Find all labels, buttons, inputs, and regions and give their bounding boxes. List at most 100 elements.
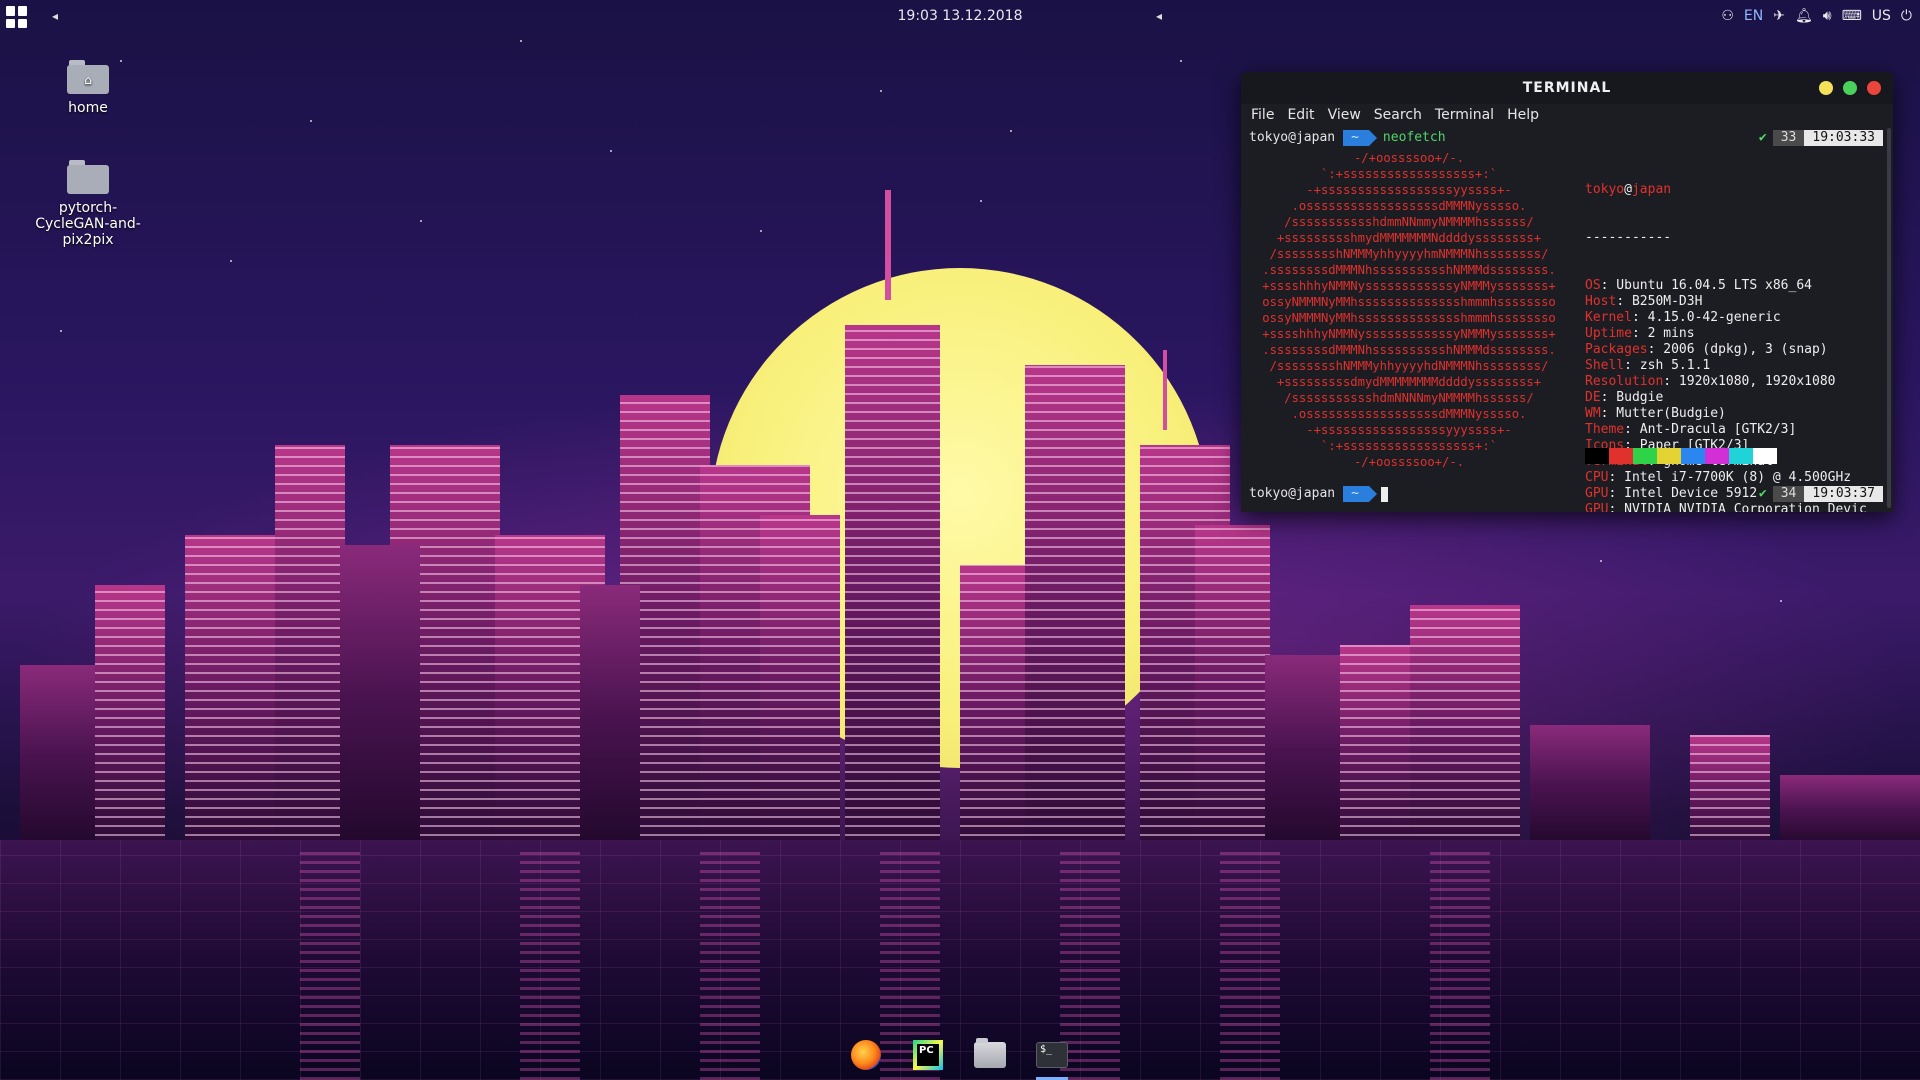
panel-collapse-right-icon[interactable]: ◂ — [1156, 9, 1162, 23]
prompt-status: ✔ 34 19:03:37 — [1759, 486, 1883, 502]
logo-line: /sssssssshNMMMyhhyyyyhdNMMMNhssssssss/ — [1269, 359, 1549, 373]
window-title: TERMINAL — [1522, 80, 1612, 96]
logo-line: +sssshhhyNMMNyssssssssssssyNMMMysssssss+ — [1262, 327, 1556, 341]
info-value: : B250M-D3H — [1616, 294, 1703, 309]
info-row: Shell: zsh 5.1.1 — [1585, 358, 1867, 374]
menu-edit[interactable]: Edit — [1281, 104, 1321, 128]
firefox-icon — [851, 1040, 881, 1070]
top-panel: ◂ 19:03 13.12.2018 ◂ ⚇ EN ✈ 🔔︎ 🔊︎ ⌨ US ⏻ — [0, 0, 1920, 34]
info-host: japan — [1631, 182, 1672, 197]
dock-files[interactable] — [968, 1033, 1012, 1077]
logo-line: ossyNMMMNyMMhsssssssssssssshmmmhssssssso — [1262, 295, 1556, 309]
language-indicator[interactable]: EN — [1744, 8, 1763, 24]
network-icon[interactable]: ✈ — [1773, 8, 1785, 24]
prompt-time: 19:03:37 — [1804, 486, 1883, 502]
info-key: OS — [1585, 278, 1601, 293]
info-row: Kernel: 4.15.0-42-generic — [1585, 310, 1867, 326]
pycharm-icon: PC — [913, 1040, 943, 1070]
info-key: GPU — [1585, 486, 1609, 501]
dock-terminal[interactable]: $_ — [1030, 1033, 1074, 1080]
prompt-dir: ~ — [1343, 486, 1377, 502]
info-key: Theme — [1585, 422, 1625, 437]
info-key: Kernel — [1585, 310, 1632, 325]
info-separator: ----------- — [1585, 230, 1672, 245]
logo-line: +sssshhhyNMMNyssssssssssssyNMMMysssssss+ — [1262, 279, 1556, 293]
close-button[interactable] — [1867, 81, 1881, 95]
terminal-titlebar[interactable]: TERMINAL — [1241, 72, 1893, 104]
info-row: Host: B250M-D3H — [1585, 294, 1867, 310]
terminal-output[interactable]: tokyo@japan ~ neofetch ✔ 33 19:03:33 -/+… — [1241, 128, 1893, 512]
info-value: : Intel i7-7700K (8) @ 4.500GHz — [1608, 470, 1852, 485]
info-value: : NVIDIA NVIDIA Corporation Devic — [1608, 502, 1867, 512]
info-value: : 1920x1080, 1920x1080 — [1663, 374, 1836, 389]
notification-bell-icon[interactable]: 🔔︎ — [1795, 8, 1813, 24]
logo-line: -/+oossssoo+/-. — [1353, 151, 1465, 165]
minimize-button[interactable] — [1819, 81, 1833, 95]
prompt-dir: ~ — [1343, 130, 1377, 146]
dock-firefox[interactable] — [844, 1033, 888, 1077]
info-row: Resolution: 1920x1080, 1920x1080 — [1585, 374, 1867, 390]
menu-view[interactable]: View — [1322, 104, 1368, 128]
logo-line: `:+ssssssssssssssssss+:` — [1320, 439, 1498, 453]
logo-line: ossyNMMMNyMMhsssssssssssssshmmmhssssssso — [1262, 311, 1556, 325]
menu-search[interactable]: Search — [1368, 104, 1429, 128]
panel-clock[interactable]: 19:03 13.12.2018 — [0, 8, 1920, 24]
dock-pycharm[interactable]: PC — [906, 1033, 950, 1077]
desktop-icon-home[interactable]: ⌂ home — [18, 60, 158, 116]
accessibility-icon[interactable]: ⚇ — [1721, 8, 1734, 24]
logo-line: +sssssssssdmydMMMMMMMMddddyssssssss+ — [1276, 375, 1542, 389]
terminal-scrollbar[interactable] — [1887, 128, 1891, 508]
color-swatch — [1633, 448, 1657, 464]
color-swatch — [1753, 448, 1777, 464]
color-swatch — [1681, 448, 1705, 464]
keyboard-layout[interactable]: US — [1872, 8, 1891, 24]
prompt-user: tokyo@japan — [1249, 130, 1336, 145]
info-row: CPU: Intel i7-7700K (8) @ 4.500GHz — [1585, 470, 1867, 486]
home-folder-icon: ⌂ — [67, 60, 109, 94]
info-value: : Budgie — [1600, 390, 1664, 405]
info-key: WM — [1585, 406, 1601, 421]
prompt-time: 19:03:33 — [1804, 130, 1883, 146]
color-swatch — [1657, 448, 1681, 464]
power-icon[interactable]: ⏻ — [1901, 8, 1912, 24]
info-value: : Ant-Dracula [GTK2/3] — [1624, 422, 1797, 437]
info-value: : 2 mins — [1631, 326, 1695, 341]
neofetch-ascii-logo: -/+oossssoo+/-. `:+ssssssssssssssssss+:` -… — [1241, 150, 1577, 470]
color-swatches — [1585, 448, 1777, 464]
desktop-icon-pytorch-folder[interactable]: pytorch-CycleGAN-and-pix2pix — [18, 160, 158, 248]
info-row: OS: Ubuntu 16.04.5 LTS x86_64 — [1585, 278, 1867, 294]
volume-icon[interactable]: 🔊︎ — [1823, 8, 1832, 24]
text-cursor — [1380, 486, 1388, 502]
info-key: Uptime — [1585, 326, 1632, 341]
logo-line: -+sssssssssssssssssyyyssss+- — [1306, 423, 1512, 437]
info-value: : 4.15.0-42-generic — [1631, 310, 1781, 325]
info-value: : Ubuntu 16.04.5 LTS x86_64 — [1600, 278, 1812, 293]
terminal-icon: $_ — [1036, 1042, 1068, 1068]
desktop-icon-label: home — [68, 100, 108, 116]
keyboard-icon[interactable]: ⌨ — [1842, 8, 1862, 24]
success-check-icon: ✔ — [1758, 130, 1767, 145]
menu-help[interactable]: Help — [1501, 104, 1546, 128]
menu-terminal[interactable]: Terminal — [1429, 104, 1501, 128]
info-key: Packages — [1585, 342, 1648, 357]
info-key: Host — [1585, 294, 1617, 309]
prompt-user: tokyo@japan — [1249, 486, 1336, 501]
menu-file[interactable]: File — [1245, 104, 1281, 128]
history-number: 34 — [1772, 486, 1805, 502]
system-tray: ⚇ EN ✈ 🔔︎ 🔊︎ ⌨ US ⏻ — [1721, 8, 1912, 24]
logo-line: /ssssssssssshdmmNNmmyNMMMMhssssss/ — [1284, 215, 1534, 229]
info-row: Uptime: 2 mins — [1585, 326, 1867, 342]
color-swatch — [1729, 448, 1753, 464]
logo-line: +ssssssssshmydMMMMMMMNddddyssssssss+ — [1276, 231, 1542, 245]
logo-line: /sssssssshNMMMyhhyyyyhmNMMMNhssssssss/ — [1269, 247, 1549, 261]
prompt-line: tokyo@japan ~ — [1249, 486, 1388, 502]
history-number: 33 — [1772, 130, 1805, 146]
color-swatch — [1609, 448, 1633, 464]
terminal-menubar: File Edit View Search Terminal Help — [1241, 104, 1893, 128]
info-key: CPU — [1585, 470, 1609, 485]
info-row: Theme: Ant-Dracula [GTK2/3] — [1585, 422, 1867, 438]
logo-line: -/+oossssoo+/-. — [1353, 455, 1465, 469]
logo-line: .ssssssssdMMMNhsssssssssshNMMMdssssssss. — [1262, 343, 1556, 357]
terminal-window[interactable]: TERMINAL File Edit View Search Terminal … — [1241, 72, 1893, 512]
maximize-button[interactable] — [1843, 81, 1857, 95]
